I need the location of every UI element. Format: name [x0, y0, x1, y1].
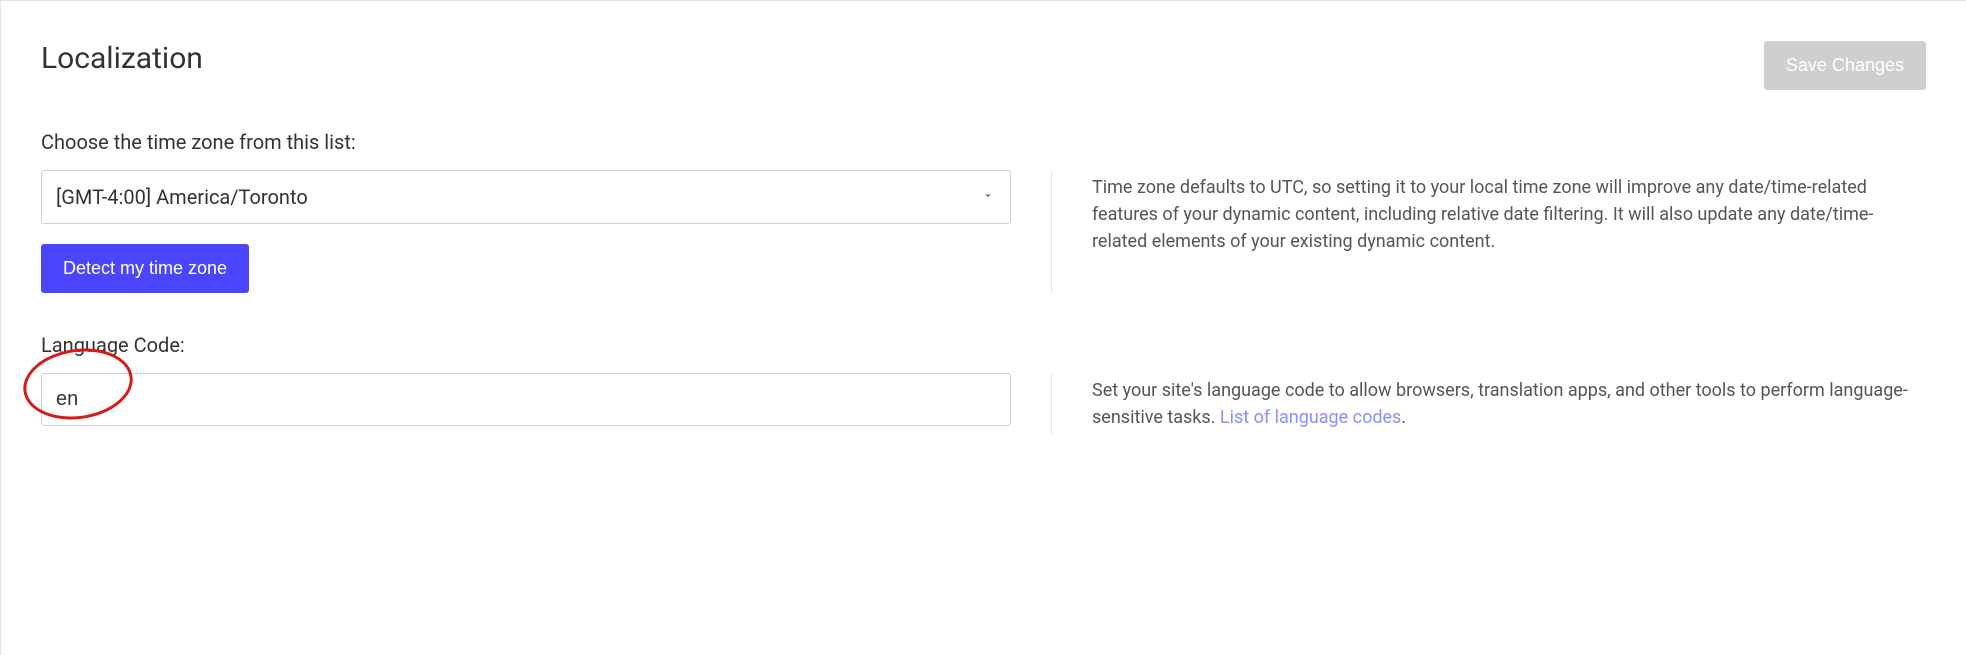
- localization-panel: Localization Save Changes Choose the tim…: [0, 0, 1966, 655]
- language-row: Set your site's language code to allow b…: [41, 373, 1926, 435]
- timezone-label: Choose the time zone from this list:: [41, 130, 1926, 154]
- language-code-input[interactable]: [41, 373, 1011, 426]
- header-row: Localization Save Changes: [41, 41, 1926, 90]
- timezone-help: Time zone defaults to UTC, so setting it…: [1051, 170, 1926, 293]
- language-section: Language Code: Set your site's language …: [41, 333, 1926, 435]
- timezone-section: Choose the time zone from this list: [GM…: [41, 130, 1926, 293]
- timezone-select-wrap: [GMT-4:00] America/Toronto: [41, 170, 1011, 224]
- language-help-text: Set your site's language code to allow b…: [1092, 380, 1908, 428]
- language-controls: [41, 373, 1011, 435]
- page-title: Localization: [41, 41, 203, 76]
- language-codes-link[interactable]: List of language codes: [1220, 407, 1401, 428]
- timezone-select[interactable]: [GMT-4:00] America/Toronto: [41, 170, 1011, 224]
- detect-timezone-button[interactable]: Detect my time zone: [41, 244, 249, 293]
- timezone-controls: [GMT-4:00] America/Toronto Detect my tim…: [41, 170, 1011, 293]
- language-code-label: Language Code:: [41, 333, 1926, 357]
- timezone-row: [GMT-4:00] America/Toronto Detect my tim…: [41, 170, 1926, 293]
- save-changes-button[interactable]: Save Changes: [1764, 41, 1926, 90]
- language-help-suffix: .: [1401, 407, 1406, 428]
- language-help: Set your site's language code to allow b…: [1051, 373, 1926, 435]
